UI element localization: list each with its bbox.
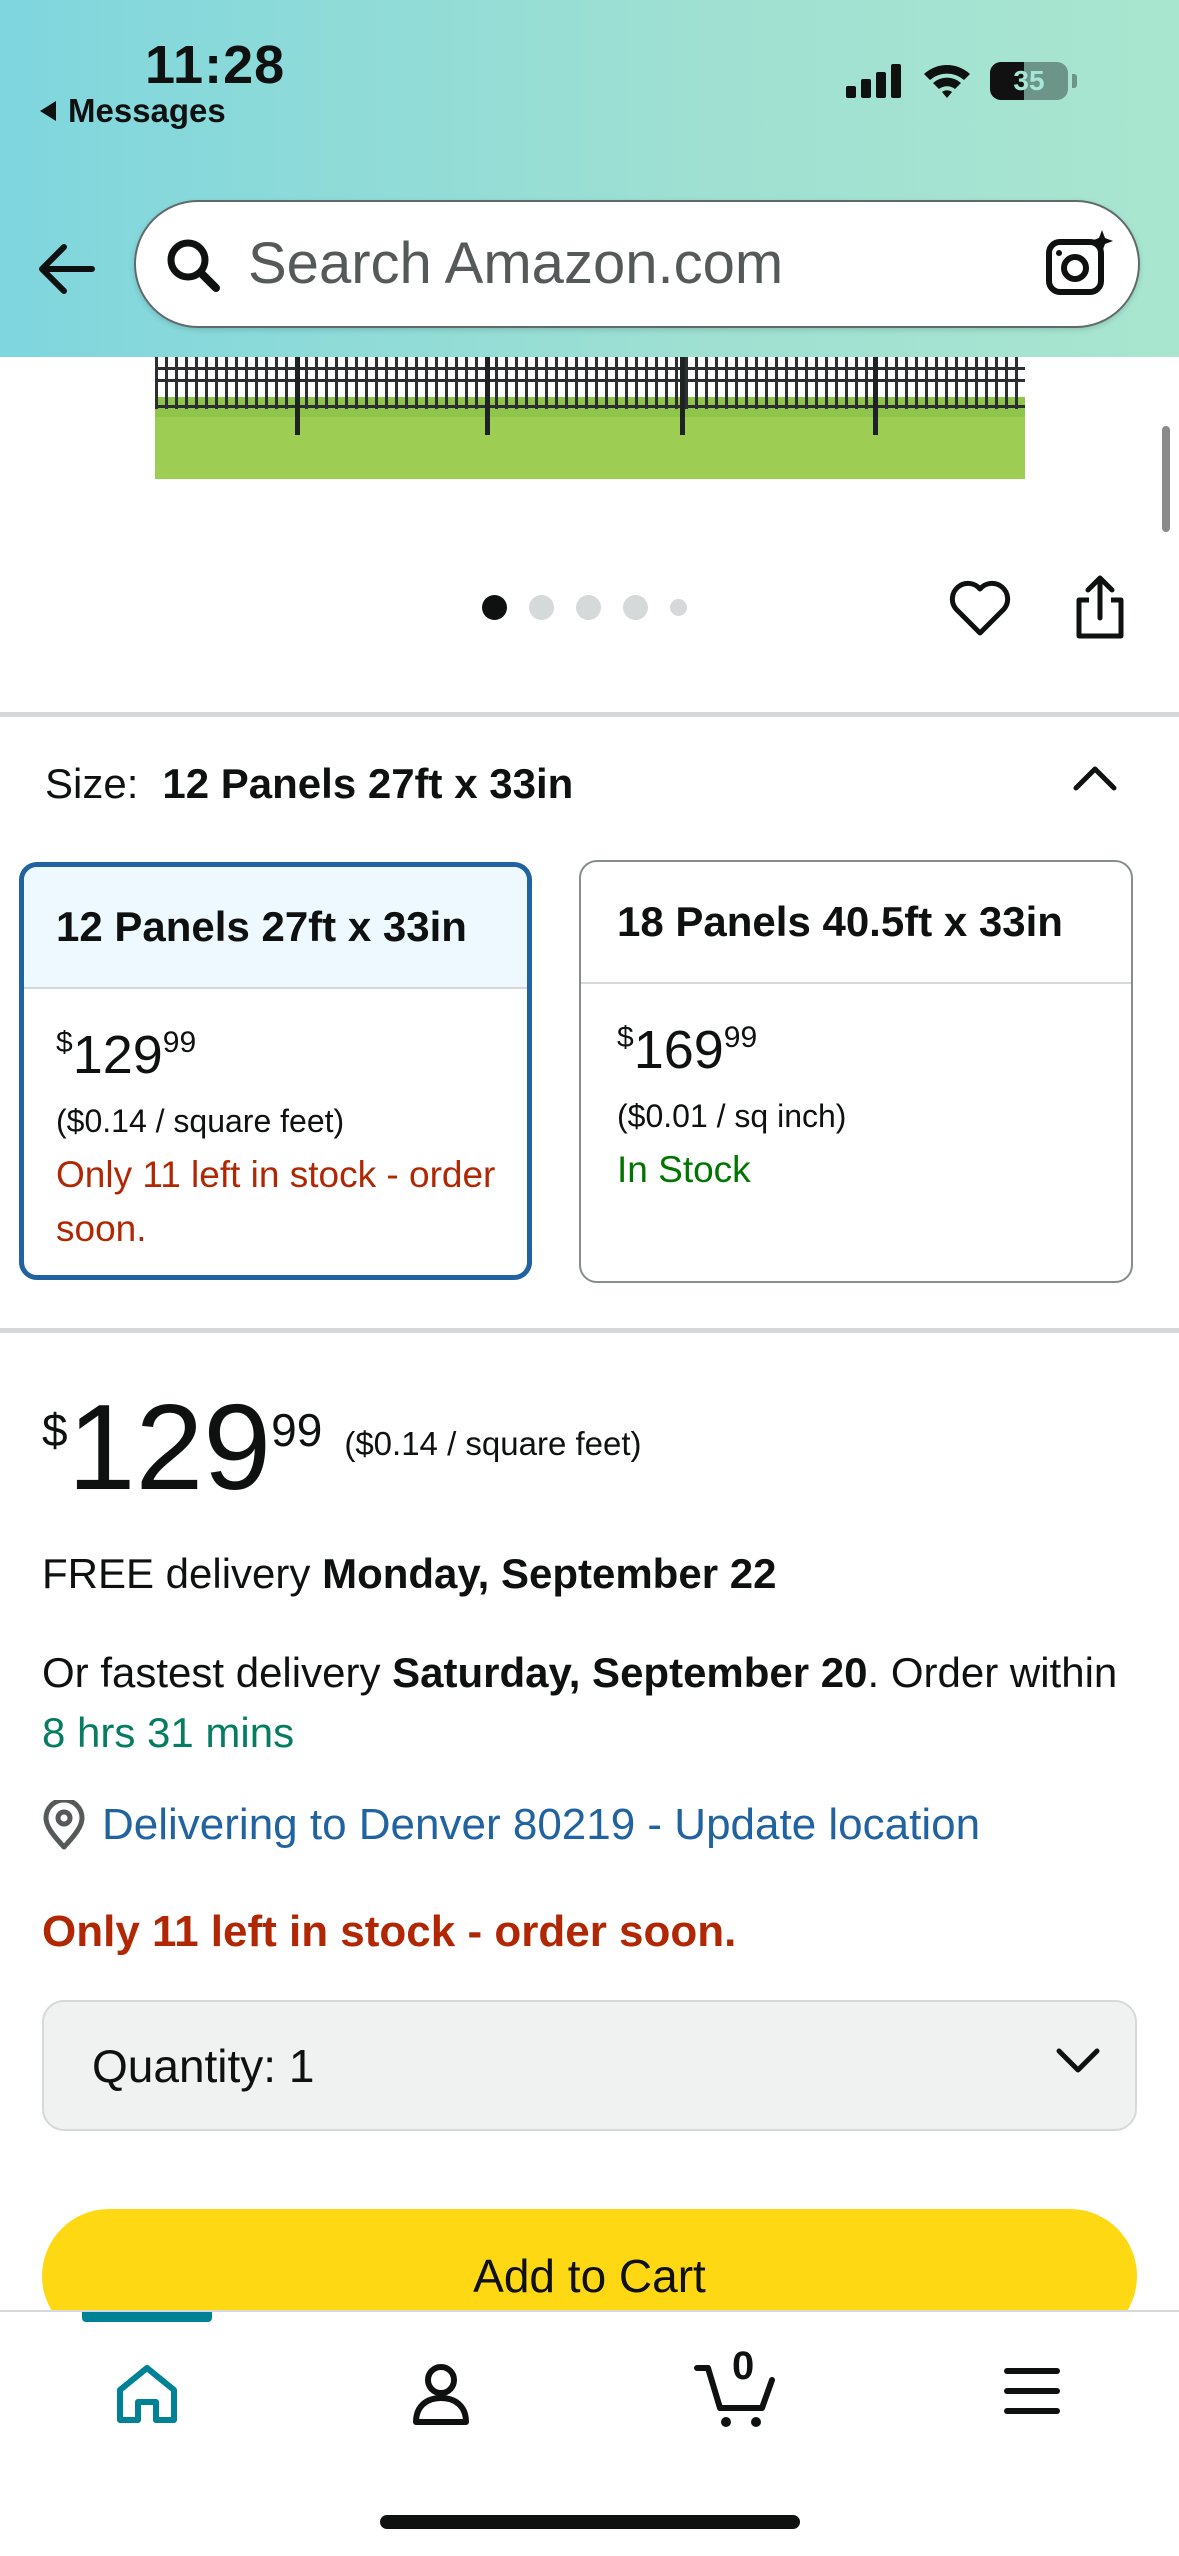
- free-delivery-date: Monday, September 22: [322, 1550, 777, 1597]
- price-symbol: $: [617, 1021, 634, 1054]
- camera-icon[interactable]: [1044, 228, 1114, 300]
- page-scrollbar[interactable]: [1162, 426, 1170, 532]
- price-cents: 99: [162, 1026, 197, 1059]
- account-icon[interactable]: [411, 2362, 471, 2426]
- battery-level: 35: [1013, 65, 1045, 96]
- stock-message: Only 11 left in stock - order soon.: [42, 1907, 737, 1956]
- battery-tip: [1072, 74, 1077, 88]
- location-link[interactable]: Delivering to Denver 80219 - Update loca…: [102, 1800, 980, 1850]
- chevron-up-icon[interactable]: [1072, 762, 1118, 792]
- delivery-countdown: 8 hrs 31 mins: [42, 1709, 295, 1756]
- carousel-dot[interactable]: [670, 599, 687, 616]
- free-delivery-prefix: FREE delivery: [42, 1550, 323, 1597]
- price-whole: 169: [633, 1020, 724, 1080]
- size-selector: Size: 12 Panels 27ft x 33in: [45, 760, 573, 808]
- price-whole: 129: [72, 1025, 163, 1085]
- back-triangle-icon: [40, 101, 56, 121]
- section-divider: [0, 1328, 1179, 1333]
- search-bar[interactable]: [134, 200, 1140, 328]
- fastest-delivery-text: Or fastest delivery Saturday, September …: [42, 1643, 1142, 1763]
- home-icon[interactable]: [114, 2362, 180, 2426]
- size-option-name: 18 Panels 40.5ft x 33in: [581, 862, 1131, 984]
- nav-active-indicator: [82, 2312, 212, 2322]
- menu-icon[interactable]: [1004, 2368, 1060, 2414]
- back-arrow-icon[interactable]: [32, 234, 102, 304]
- price-symbol: $: [56, 1026, 73, 1059]
- size-option-name: 12 Panels 27ft x 33in: [24, 867, 527, 989]
- cart-nav[interactable]: 0: [694, 2344, 784, 2434]
- home-indicator: [380, 2515, 800, 2529]
- delivery-location[interactable]: Delivering to Denver 80219 - Update loca…: [42, 1800, 980, 1850]
- size-option-price: $ 129 99: [56, 1025, 527, 1085]
- header: 11:28 Messages 35: [0, 0, 1179, 357]
- product-image[interactable]: [155, 357, 1025, 479]
- size-option-unit-price: ($0.01 / sq inch): [617, 1098, 847, 1134]
- location-pin-icon: [43, 1800, 85, 1850]
- size-label: Size:: [45, 760, 139, 807]
- wifi-icon: [924, 65, 970, 98]
- share-icon[interactable]: [1072, 574, 1128, 640]
- search-icon: [167, 239, 220, 292]
- fastest-delivery-date: Saturday, September 20: [392, 1649, 868, 1696]
- fastest-delivery-prefix: Or fastest delivery: [42, 1649, 393, 1696]
- size-option-unit-price: ($0.14 / square feet): [56, 1103, 345, 1139]
- signal-icon: [846, 64, 901, 98]
- price-cents: 99: [271, 1404, 323, 1456]
- size-option-price: $ 169 99: [617, 1020, 1131, 1080]
- quantity-label: Quantity:: [92, 2039, 277, 2092]
- size-option-18-panels[interactable]: 18 Panels 40.5ft x 33in $ 169 99 ($0.01 …: [579, 860, 1133, 1283]
- status-back-to-app[interactable]: Messages: [38, 92, 226, 130]
- size-option-12-panels[interactable]: 12 Panels 27ft x 33in $ 129 99 ($0.14 / …: [19, 862, 532, 1280]
- status-time: 11:28: [145, 35, 286, 95]
- carousel-dots[interactable]: [482, 595, 687, 620]
- heart-icon[interactable]: [948, 578, 1012, 638]
- battery-icon: 35: [990, 62, 1068, 100]
- size-option-stock: Only 11 left in stock - order soon.: [56, 1154, 496, 1249]
- status-back-label: Messages: [68, 92, 226, 129]
- carousel-dot[interactable]: [529, 595, 554, 620]
- product-price: $ 129 99 ($0.14 / square feet): [42, 1385, 642, 1509]
- carousel-dot[interactable]: [482, 595, 507, 620]
- price-cents: 99: [723, 1021, 758, 1054]
- status-icons: 35: [846, 62, 1077, 100]
- free-delivery-text: FREE delivery Monday, September 22: [42, 1550, 776, 1598]
- carousel-dot[interactable]: [576, 595, 601, 620]
- price-whole: 129: [67, 1379, 272, 1515]
- size-option-stock: In Stock: [617, 1149, 751, 1190]
- search-input[interactable]: [248, 228, 988, 298]
- quantity-select[interactable]: Quantity: 1: [42, 2000, 1137, 2131]
- chevron-down-icon: [1056, 2048, 1100, 2073]
- order-within-text: . Order within: [867, 1649, 1118, 1696]
- price-symbol: $: [42, 1404, 68, 1456]
- price-unit: ($0.14 / square feet): [344, 1425, 642, 1462]
- cart-count: 0: [732, 2344, 755, 2388]
- carousel-dot[interactable]: [623, 595, 648, 620]
- quantity-value: 1: [288, 2039, 315, 2092]
- section-divider: [0, 712, 1179, 717]
- size-selected: 12 Panels 27ft x 33in: [162, 760, 574, 807]
